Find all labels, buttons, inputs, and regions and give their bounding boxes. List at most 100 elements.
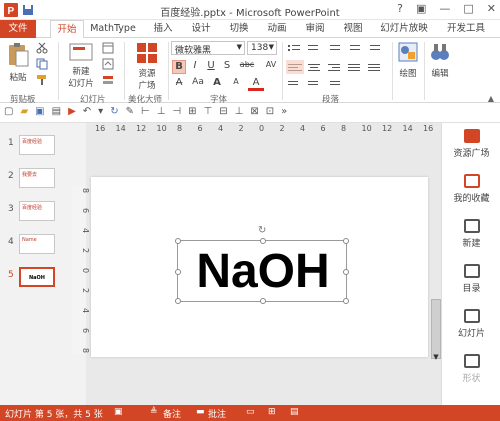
font-name-select[interactable]: 微软雅黑 ▼: [171, 41, 245, 56]
scroll-down-icon[interactable]: ▼: [431, 353, 441, 363]
side-pane-item[interactable]: 新建: [442, 219, 500, 249]
paste-button[interactable]: 粘贴: [4, 42, 32, 83]
side-pane-item[interactable]: 幻灯片: [442, 309, 500, 339]
reading-view-icon[interactable]: ▤: [290, 407, 299, 417]
slide-sorter-icon[interactable]: ⊞: [268, 407, 276, 417]
resize-handle[interactable]: [175, 269, 181, 275]
chevron-down-icon[interactable]: ▾: [98, 106, 103, 117]
spellcheck-icon[interactable]: ▣: [114, 407, 123, 417]
bold-button[interactable]: B: [172, 60, 186, 74]
align-middle-icon[interactable]: ⊟: [219, 106, 227, 117]
align-bottom-icon[interactable]: ⊥: [235, 106, 244, 117]
char-spacing-button[interactable]: AV: [260, 60, 282, 74]
resize-handle[interactable]: [260, 298, 266, 304]
layout-icon[interactable]: [102, 42, 114, 54]
text-shadow-button[interactable]: S: [220, 60, 234, 74]
side-pane-item[interactable]: 资源广场: [442, 129, 500, 159]
collapse-ribbon-icon[interactable]: ▲: [488, 94, 494, 103]
ruler-tick-label: 10: [156, 124, 167, 133]
comments-icon[interactable]: ▬: [196, 407, 205, 417]
cut-icon[interactable]: [36, 42, 48, 54]
section-icon[interactable]: [102, 74, 114, 86]
side-pane-item[interactable]: 形状: [442, 354, 500, 384]
current-slide[interactable]: NaOH ↻: [91, 177, 428, 357]
resize-handle[interactable]: [175, 238, 181, 244]
align-top-icon[interactable]: ⊤: [204, 106, 213, 117]
close-button[interactable]: ✕: [487, 2, 496, 15]
resize-handle[interactable]: [343, 298, 349, 304]
help-button[interactable]: ?: [397, 2, 403, 15]
tab-home[interactable]: 开始: [50, 20, 84, 39]
distribute-icon[interactable]: ⊞: [188, 106, 196, 117]
notes-icon[interactable]: ≜: [150, 407, 158, 417]
underline-button[interactable]: U: [204, 60, 218, 74]
vertical-scrollbar-thumb[interactable]: [431, 299, 441, 359]
font-shrink-button[interactable]: A: [229, 77, 243, 91]
slide-thumbnail[interactable]: 我要去: [19, 168, 55, 188]
tab-review[interactable]: 审阅: [300, 20, 330, 38]
resize-handle[interactable]: [343, 269, 349, 275]
resize-handle[interactable]: [175, 298, 181, 304]
editing-button[interactable]: 编辑: [428, 42, 452, 79]
new-slide-button[interactable]: 新建 幻灯片: [64, 42, 98, 89]
resize-handle[interactable]: [260, 238, 266, 244]
text-box-selected[interactable]: NaOH ↻: [175, 225, 349, 304]
group-icon[interactable]: ⊠: [250, 106, 258, 117]
ribbon-tabs: 文件 开始 MathType 插入 设计 切换 动画 审阅 视图 幻灯片放映 开…: [0, 20, 500, 39]
align-left-icon[interactable]: ⊢: [141, 106, 150, 117]
new-file-icon[interactable]: ▢: [4, 106, 13, 117]
resource-plaza-button[interactable]: 资源 广场: [130, 42, 164, 91]
format-painter-icon[interactable]: [36, 74, 48, 86]
slide-title-text[interactable]: NaOH: [178, 241, 348, 303]
slideshow-icon[interactable]: ▶: [68, 106, 76, 117]
maximize-button[interactable]: □: [463, 2, 473, 15]
tab-view[interactable]: 视图: [338, 20, 368, 38]
print-preview-icon[interactable]: ▤: [52, 106, 61, 117]
side-pane-item[interactable]: 目录: [442, 264, 500, 294]
drawing-button[interactable]: 绘图: [396, 42, 420, 79]
tab-transitions[interactable]: 切换: [224, 20, 254, 38]
format-painter-icon[interactable]: ✎: [126, 106, 134, 117]
more-icon[interactable]: »: [281, 106, 287, 117]
font-size-select[interactable]: 138 ▼: [247, 41, 277, 55]
clear-format-icon[interactable]: A̶: [172, 77, 186, 91]
minimize-button[interactable]: —: [439, 2, 450, 15]
open-folder-icon[interactable]: ▰: [20, 106, 28, 117]
notes-button[interactable]: 备注: [163, 407, 181, 420]
slide-thumbnail[interactable]: 百度经验: [19, 135, 55, 155]
tab-mathtype[interactable]: MathType: [88, 20, 138, 38]
tab-design[interactable]: 设计: [186, 20, 216, 38]
ribbon-display-icon[interactable]: ▣: [416, 2, 426, 15]
tab-slideshow[interactable]: 幻灯片放映: [374, 20, 434, 38]
tab-file[interactable]: 文件: [0, 20, 36, 38]
slide-number: 4: [8, 237, 14, 247]
font-color-button[interactable]: A: [248, 77, 264, 91]
ungroup-icon[interactable]: ⊡: [266, 106, 274, 117]
ribbon-separator: [424, 42, 425, 100]
reset-icon[interactable]: [102, 58, 114, 70]
paragraph-controls[interactable]: [286, 42, 386, 90]
copy-icon[interactable]: [36, 58, 48, 70]
slide-thumbnail[interactable]: 百度经验: [19, 201, 55, 221]
case-button[interactable]: Aa: [191, 77, 205, 91]
tab-insert[interactable]: 插入: [148, 20, 178, 38]
align-right-icon[interactable]: ⊣: [172, 106, 181, 117]
tab-animations[interactable]: 动画: [262, 20, 292, 38]
resize-handle[interactable]: [343, 238, 349, 244]
redo-icon[interactable]: ↻: [110, 106, 118, 117]
slide-thumbnail[interactable]: NaOH: [19, 267, 55, 287]
normal-view-icon[interactable]: ▭: [246, 407, 255, 417]
slide-thumbnail[interactable]: Name: [19, 234, 55, 254]
rotate-handle-icon[interactable]: ↻: [258, 225, 266, 236]
save-icon[interactable]: ▣: [35, 106, 44, 117]
tab-developer[interactable]: 开发工具: [440, 20, 492, 38]
comments-button[interactable]: 批注: [208, 407, 226, 420]
side-pane-item[interactable]: 我的收藏: [442, 174, 500, 204]
strikethrough-button[interactable]: abc: [236, 60, 258, 74]
ribbon-separator: [282, 42, 283, 100]
italic-button[interactable]: I: [188, 60, 202, 74]
paste-label: 粘贴: [9, 73, 27, 83]
font-grow-button[interactable]: A: [210, 77, 224, 91]
align-center-icon[interactable]: ⊥: [157, 106, 166, 117]
undo-icon[interactable]: ↶: [83, 106, 91, 117]
